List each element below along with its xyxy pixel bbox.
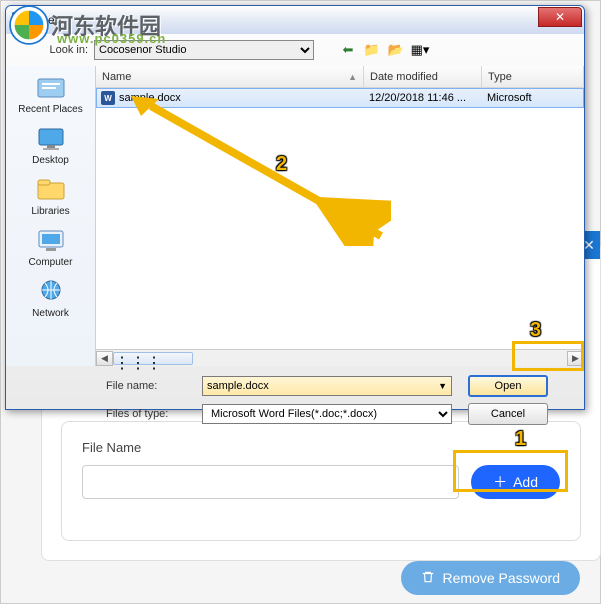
file-name-label: File Name: [82, 440, 560, 455]
word-app-icon: W: [12, 12, 28, 28]
column-headers: Name▲ Date modified Type: [96, 66, 584, 88]
file-row[interactable]: Wsample.docx 12/20/2018 11:46 ... Micros…: [96, 88, 584, 108]
remove-password-button[interactable]: Remove Password: [401, 561, 581, 595]
cancel-button[interactable]: Cancel: [468, 403, 548, 425]
open-dialog: W Open ✕ Look in: Cocosenor Studio ⬅ 📁 📂…: [5, 5, 585, 410]
place-recent[interactable]: Recent Places: [11, 70, 91, 119]
computer-icon: [35, 227, 67, 255]
scroll-left[interactable]: ◀: [96, 351, 113, 366]
titlebar: W Open ✕: [6, 6, 584, 34]
col-name[interactable]: Name▲: [96, 66, 364, 87]
libraries-icon: [35, 176, 67, 204]
dialog-close-button[interactable]: ✕: [538, 7, 582, 27]
place-libraries[interactable]: Libraries: [11, 172, 91, 221]
place-desktop[interactable]: Desktop: [11, 121, 91, 170]
files-type-select[interactable]: Microsoft Word Files(*.doc;*.docx): [202, 404, 452, 424]
file-list[interactable]: Wsample.docx 12/20/2018 11:46 ... Micros…: [96, 88, 584, 349]
add-button[interactable]: ＋ Add: [471, 465, 560, 499]
up-folder-icon[interactable]: 📁: [362, 41, 382, 59]
look-in-select[interactable]: Cocosenor Studio: [94, 40, 314, 60]
look-in-label: Look in:: [16, 44, 88, 56]
dialog-title: Open: [32, 13, 61, 27]
desktop-icon: [35, 125, 67, 153]
network-icon: [35, 278, 67, 306]
file-name-input[interactable]: [82, 465, 459, 499]
h-scrollbar[interactable]: ◀ ⋮⋮⋮ ▶: [96, 349, 584, 366]
file-name-label2: File name:: [106, 380, 186, 392]
col-date[interactable]: Date modified: [364, 66, 482, 87]
look-in-row: Look in: Cocosenor Studio ⬅ 📁 📂 ▦▾: [6, 34, 584, 66]
trash-icon: [421, 570, 435, 587]
files-type-label: Files of type:: [106, 408, 186, 420]
plus-icon: ＋: [493, 472, 507, 492]
place-network[interactable]: Network: [11, 274, 91, 323]
open-button[interactable]: Open: [468, 375, 548, 397]
scroll-thumb[interactable]: ⋮⋮⋮: [113, 352, 193, 365]
back-icon[interactable]: ⬅: [338, 41, 358, 59]
add-button-label: Add: [513, 474, 538, 490]
docx-icon: W: [101, 91, 115, 105]
remove-password-label: Remove Password: [443, 570, 561, 586]
new-folder-icon[interactable]: 📂: [386, 41, 406, 59]
col-type[interactable]: Type: [482, 66, 584, 87]
place-computer[interactable]: Computer: [11, 223, 91, 272]
places-bar: Recent Places Desktop Libraries Computer…: [6, 66, 96, 366]
view-menu-icon[interactable]: ▦▾: [410, 41, 430, 59]
file-name-combobox[interactable]: sample.docx▼: [202, 376, 452, 396]
recent-icon: [35, 74, 67, 102]
file-panel: File Name ＋ Add: [61, 421, 581, 541]
scroll-right[interactable]: ▶: [567, 351, 584, 366]
